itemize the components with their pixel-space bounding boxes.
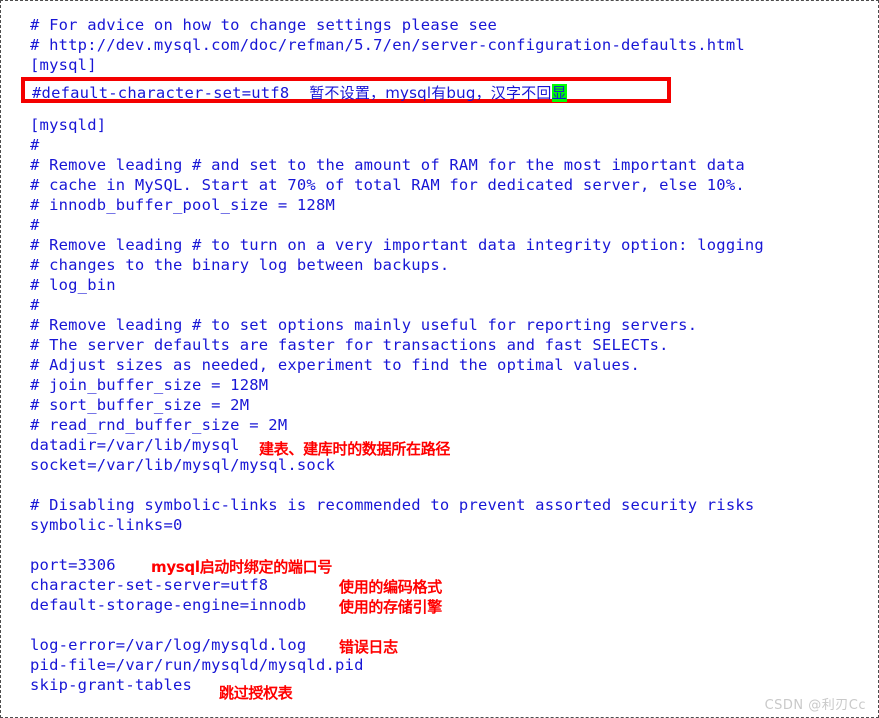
- code-line-skip-grant-tables: skip-grant-tables: [30, 676, 193, 694]
- code-line-symbolic-links: symbolic-links=0: [30, 516, 183, 534]
- code-line: #: [30, 296, 40, 314]
- csdn-watermark: CSDN @利刃Cc: [764, 698, 866, 713]
- code-line: # Disabling symbolic-links is recommende…: [30, 496, 755, 514]
- annotation-port: mysql启动时绑定的端口号: [151, 558, 333, 576]
- code-line: #: [30, 136, 40, 154]
- annotation-storage-engine: 使用的存储引擎: [339, 598, 442, 616]
- code-line-log-error: log-error=/var/log/mysqld.log: [30, 636, 307, 654]
- annotation-datadir: 建表、建库时的数据所在路径: [259, 440, 451, 458]
- annotation-skip-grant-tables: 跳过授权表: [219, 684, 293, 702]
- code-line-character-set-server: character-set-server=utf8: [30, 576, 269, 594]
- code-line: # changes to the binary log between back…: [30, 256, 450, 274]
- code-line: # Remove leading # to set options mainly…: [30, 316, 698, 334]
- green-highlighted-character: 显: [551, 84, 567, 102]
- highlighted-default-character-set-line: #default-character-set=utf8 暂不设置，mysql有b…: [21, 77, 671, 103]
- code-line: # Remove leading # to turn on a very imp…: [30, 236, 764, 254]
- code-line: # innodb_buffer_pool_size = 128M: [30, 196, 336, 214]
- boxed-code-text: #default-character-set=utf8: [32, 84, 290, 102]
- boxed-annotation-text: 暂不设置，mysql有bug，汉字不回: [289, 84, 552, 102]
- code-line: # log_bin: [30, 276, 116, 294]
- code-line: # cache in MySQL. Start at 70% of total …: [30, 176, 745, 194]
- code-line: # sort_buffer_size = 2M: [30, 396, 250, 414]
- code-line-mysql-section: [mysql]: [30, 56, 97, 74]
- code-line-pid-file: pid-file=/var/run/mysqld/mysqld.pid: [30, 656, 364, 674]
- code-line-default-storage-engine: default-storage-engine=innodb: [30, 596, 307, 614]
- code-line: # http://dev.mysql.com/doc/refman/5.7/en…: [30, 36, 745, 54]
- code-line: # read_rnd_buffer_size = 2M: [30, 416, 288, 434]
- code-line: #: [30, 216, 40, 234]
- code-line-mysqld-section: [mysqld]: [30, 116, 107, 134]
- config-file-content: # For advice on how to change settings p…: [21, 15, 860, 695]
- annotation-charset: 使用的编码格式: [339, 578, 442, 596]
- code-line: # For advice on how to change settings p…: [30, 16, 498, 34]
- annotation-log-error: 错误日志: [339, 638, 398, 656]
- config-file-screenshot: # For advice on how to change settings p…: [0, 0, 879, 718]
- code-line: # The server defaults are faster for tra…: [30, 336, 669, 354]
- code-line: # Adjust sizes as needed, experiment to …: [30, 356, 641, 374]
- code-line: # join_buffer_size = 128M: [30, 376, 269, 394]
- code-line: # Remove leading # and set to the amount…: [30, 156, 745, 174]
